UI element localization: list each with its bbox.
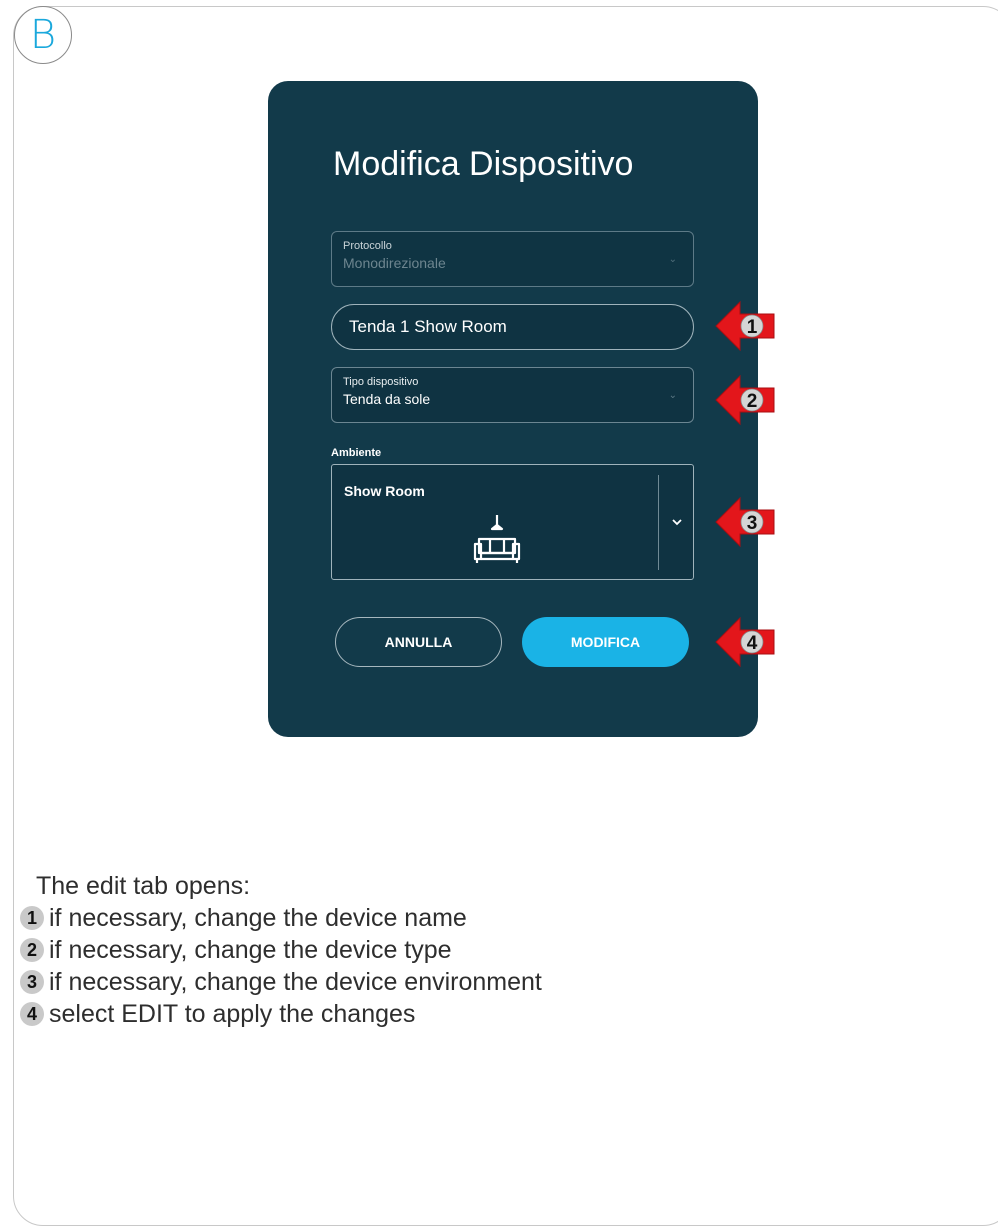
- environment-value: Show Room: [344, 483, 425, 499]
- cancel-button[interactable]: ANNULLA: [335, 617, 502, 667]
- callout-number-4: 4: [747, 633, 758, 654]
- device-type-label: Tipo dispositivo: [343, 376, 419, 388]
- step-letter-badge: B: [14, 6, 72, 64]
- instruction-step: 4 select EDIT to apply the changes: [20, 998, 542, 1030]
- protocol-label: Protocollo: [343, 240, 392, 252]
- instruction-step: 1 if necessary, change the device name: [20, 902, 542, 934]
- instruction-step: 3 if necessary, change the device enviro…: [20, 966, 542, 998]
- device-name-input[interactable]: Tenda 1 Show Room: [331, 304, 694, 350]
- sofa-lamp-icon: [473, 515, 521, 563]
- instructions-intro: The edit tab opens:: [36, 872, 251, 900]
- environment-label: Ambiente: [331, 447, 382, 459]
- dialog-title: Modifica Dispositivo: [333, 145, 634, 183]
- chevron-down-icon: ⌄: [668, 254, 677, 265]
- device-type-value: Tenda da sole: [343, 391, 431, 407]
- device-type-select[interactable]: Tipo dispositivo Tenda da sole ⌄: [331, 367, 694, 423]
- environment-select[interactable]: Show Room: [331, 464, 694, 580]
- callout-number-1: 1: [747, 317, 758, 338]
- step-number: 4: [20, 1002, 44, 1026]
- instructions: The edit tab opens: 1 if necessary, chan…: [20, 870, 542, 1030]
- step-text: if necessary, change the device name: [49, 904, 467, 932]
- protocol-value: Monodirezionale: [343, 255, 446, 271]
- step-text: select EDIT to apply the changes: [49, 1000, 416, 1028]
- callout-number-2: 2: [747, 391, 758, 412]
- step-number: 1: [20, 906, 44, 930]
- step-number: 2: [20, 938, 44, 962]
- callout-arrow-4: 4: [715, 616, 775, 668]
- modify-button[interactable]: MODIFICA: [522, 617, 689, 667]
- instruction-step: 2 if necessary, change the device type: [20, 934, 542, 966]
- chevron-down-icon[interactable]: [666, 513, 688, 531]
- step-number: 3: [20, 970, 44, 994]
- callout-arrow-3: 3: [715, 496, 775, 548]
- callout-arrow-1: 1: [715, 300, 775, 352]
- environment-divider: [658, 475, 659, 570]
- step-text: if necessary, change the device environm…: [49, 968, 542, 996]
- protocol-field: Protocollo Monodirezionale ⌄: [331, 231, 694, 287]
- step-text: if necessary, change the device type: [49, 936, 452, 964]
- edit-device-dialog: Modifica Dispositivo Protocollo Monodire…: [268, 81, 758, 737]
- chevron-down-icon: ⌄: [668, 390, 677, 401]
- callout-arrow-2: 2: [715, 374, 775, 426]
- callout-number-3: 3: [747, 513, 758, 534]
